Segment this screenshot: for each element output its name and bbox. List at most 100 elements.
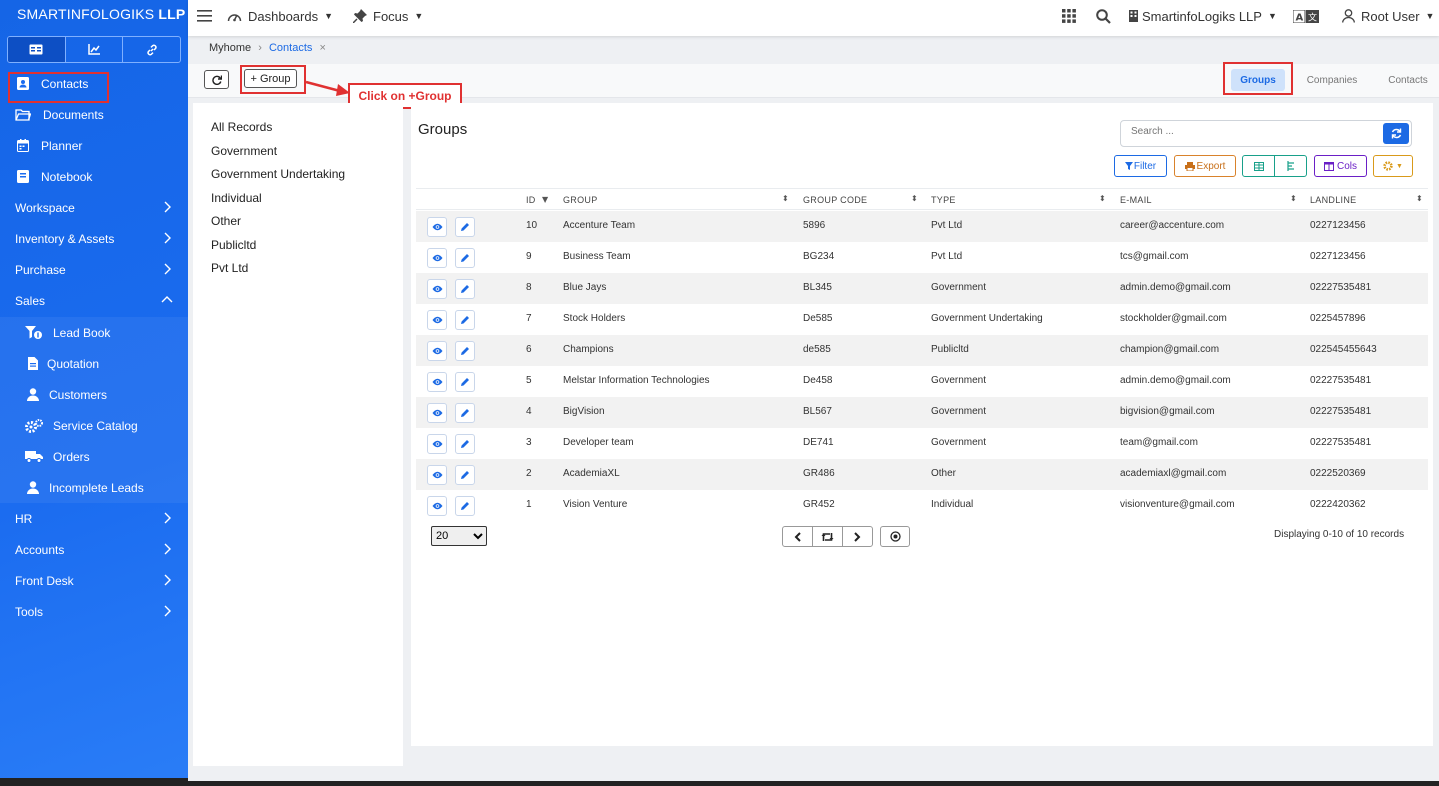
view-button[interactable]: [427, 496, 447, 516]
sidebar-item-lead-book[interactable]: Lead Book: [0, 317, 188, 348]
category-item[interactable]: All Records: [211, 120, 272, 134]
bottom-bar: [188, 781, 1439, 786]
view-button[interactable]: [427, 248, 447, 268]
target-button[interactable]: [880, 526, 910, 547]
column-header-group[interactable]: GROUP: [563, 195, 598, 205]
refresh-button[interactable]: [204, 70, 229, 89]
pagination: [782, 526, 873, 547]
sidebar-item-documents[interactable]: Documents: [0, 99, 188, 130]
add-group-highlight-box: [240, 65, 306, 94]
edit-button[interactable]: [455, 496, 475, 516]
edit-button[interactable]: [455, 310, 475, 330]
edit-button[interactable]: [455, 465, 475, 485]
sidebar-item-front-desk[interactable]: Front Desk: [0, 565, 188, 596]
apps-grid-button[interactable]: [1062, 0, 1076, 32]
breadcrumb-home[interactable]: Myhome: [209, 42, 251, 54]
view-button[interactable]: [427, 434, 447, 454]
breadcrumb-current[interactable]: Contacts: [269, 42, 312, 54]
edit-button[interactable]: [455, 434, 475, 454]
settings-button[interactable]: ▼: [1373, 155, 1413, 177]
view-button[interactable]: [427, 279, 447, 299]
dashboards-menu[interactable]: Dashboards ▼: [227, 0, 333, 32]
prev-page-button[interactable]: [783, 527, 813, 546]
edit-button[interactable]: [455, 248, 475, 268]
column-header-group-code[interactable]: GROUP CODE: [803, 195, 867, 205]
brand-logo: SMARTINFOLOGIKS LLP: [0, 0, 188, 32]
chevron-right-icon: [164, 512, 171, 524]
edit-button[interactable]: [455, 341, 475, 361]
sort-icon[interactable]: ⬍: [782, 194, 789, 203]
sidebar-item-notebook[interactable]: Notebook: [0, 161, 188, 192]
export-button[interactable]: Export: [1174, 155, 1236, 177]
sidebar-item-customers[interactable]: Customers: [0, 379, 188, 410]
category-item[interactable]: Government: [211, 144, 277, 158]
close-icon[interactable]: ×: [319, 42, 325, 54]
view-button[interactable]: [427, 403, 447, 423]
search-refresh-button[interactable]: [1383, 123, 1409, 144]
records-summary: Displaying 0-10 of 10 records: [1274, 529, 1405, 540]
column-header-email[interactable]: E-MAIL: [1120, 195, 1152, 205]
sidebar-item-quotation[interactable]: Quotation: [0, 348, 188, 379]
search-button[interactable]: [1096, 0, 1111, 32]
page-size-select[interactable]: 20: [431, 526, 487, 546]
sort-icon[interactable]: ⬍: [1290, 194, 1297, 203]
category-item[interactable]: Pvt Ltd: [211, 261, 248, 275]
sort-icon[interactable]: ⬍: [911, 194, 918, 203]
sidebar-item-incomplete-leads[interactable]: Incomplete Leads: [0, 472, 188, 503]
view-button[interactable]: [427, 310, 447, 330]
sidebar-item-sales[interactable]: Sales: [0, 285, 188, 316]
sidebar-item-service-catalog[interactable]: Service Catalog: [0, 410, 188, 441]
sidebar-item-accounts[interactable]: Accounts: [0, 534, 188, 565]
reload-page-button[interactable]: [813, 527, 843, 546]
company-menu[interactable]: SmartinfoLogiks LLP ▼: [1129, 0, 1277, 32]
category-item[interactable]: Individual: [211, 191, 262, 205]
view-button[interactable]: [427, 217, 447, 237]
card-icon: [29, 44, 43, 55]
sidebar-item-hr[interactable]: HR: [0, 503, 188, 534]
view-button[interactable]: [427, 372, 447, 392]
tab-companies[interactable]: Companies: [1300, 69, 1364, 91]
edit-button[interactable]: [455, 372, 475, 392]
sidebar-item-orders[interactable]: Orders: [0, 441, 188, 472]
cell-group-code: DE741: [803, 437, 834, 448]
edit-button[interactable]: [455, 279, 475, 299]
view-button[interactable]: [427, 465, 447, 485]
focus-menu[interactable]: Focus ▼: [353, 0, 423, 32]
category-item[interactable]: Government Undertaking: [211, 167, 345, 181]
sort-icon[interactable]: ⬍: [1416, 194, 1423, 203]
category-item[interactable]: Publicltd: [211, 238, 256, 252]
pencil-icon: [461, 347, 469, 355]
next-page-button[interactable]: [843, 527, 872, 546]
language-button[interactable]: A文: [1293, 0, 1319, 32]
svg-text:A: A: [1296, 12, 1304, 23]
search-input[interactable]: [1131, 126, 1371, 137]
list-icon: [1286, 161, 1294, 171]
sidebar-item-inventory[interactable]: Inventory & Assets: [0, 223, 188, 254]
sidebar-tab-card[interactable]: [8, 37, 66, 62]
grid-view-button[interactable]: [1243, 156, 1275, 176]
column-header-id[interactable]: ID: [526, 195, 536, 205]
column-header-landline[interactable]: LANDLINE: [1310, 195, 1356, 205]
sidebar-item-workspace[interactable]: Workspace: [0, 192, 188, 223]
tab-contacts[interactable]: Contacts: [1380, 69, 1436, 91]
sidebar-tab-chart[interactable]: [66, 37, 124, 62]
sidebar-tab-link[interactable]: [123, 37, 180, 62]
list-view-button[interactable]: [1275, 156, 1306, 176]
user-menu[interactable]: Root User ▼: [1342, 0, 1434, 32]
view-button[interactable]: [427, 341, 447, 361]
category-item[interactable]: Other: [211, 214, 241, 228]
edit-button[interactable]: [455, 403, 475, 423]
sort-icon[interactable]: ⬍: [1099, 194, 1106, 203]
cell-email: tcs@gmail.com: [1120, 251, 1189, 262]
column-header-type[interactable]: TYPE: [931, 195, 956, 205]
sidebar-item-purchase[interactable]: Purchase: [0, 254, 188, 285]
filter-button[interactable]: Filter: [1114, 155, 1167, 177]
cell-id: 10: [526, 220, 538, 231]
menu-toggle-button[interactable]: [197, 0, 212, 32]
sidebar-item-planner[interactable]: Planner: [0, 130, 188, 161]
cell-email: academiaxl@gmail.com: [1120, 468, 1227, 479]
cell-type: Pvt Ltd: [931, 220, 963, 231]
sidebar-item-tools[interactable]: Tools: [0, 596, 188, 627]
columns-button[interactable]: Cols: [1314, 155, 1367, 177]
edit-button[interactable]: [455, 217, 475, 237]
